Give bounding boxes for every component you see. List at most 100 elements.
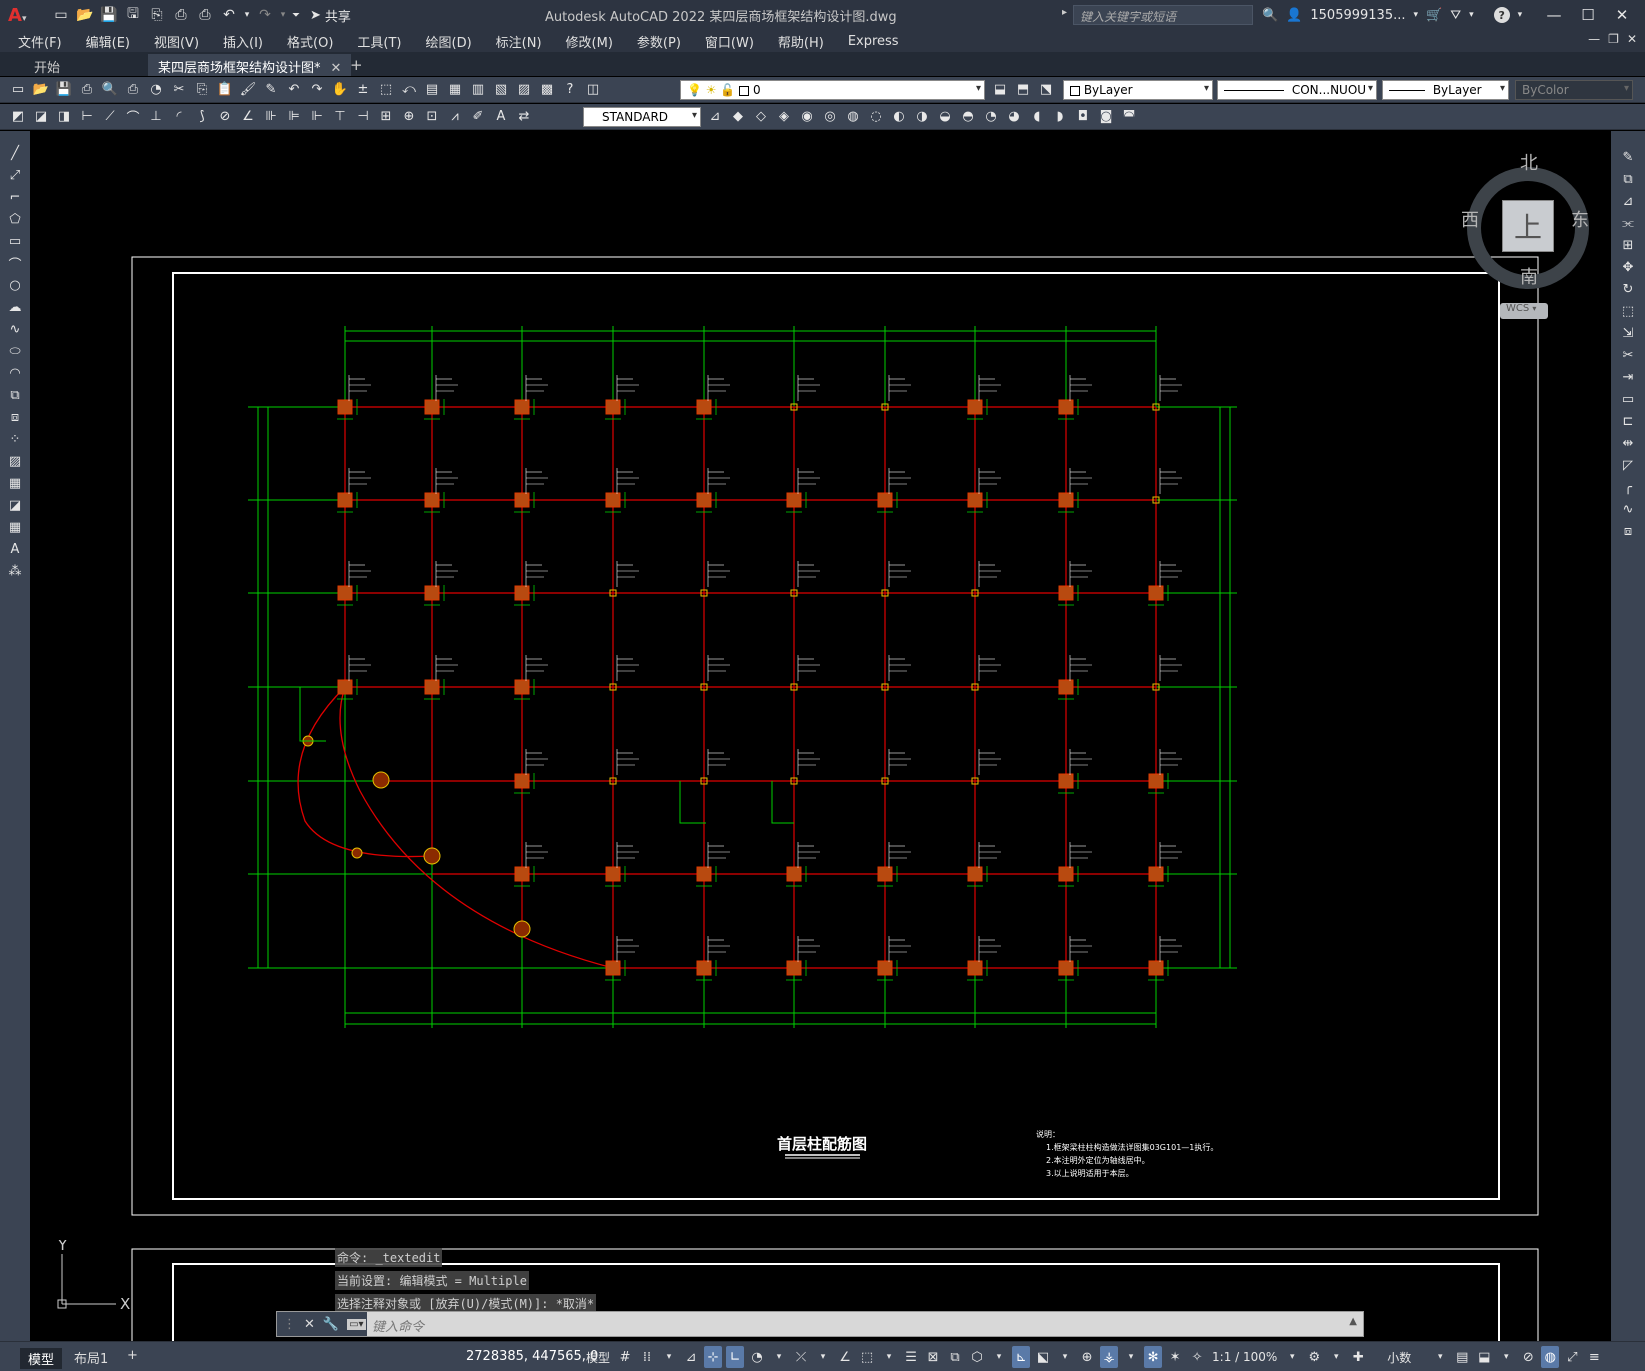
tool-palettes-icon[interactable]: ▥ [468, 79, 488, 99]
drawing-canvas[interactable]: 首层柱配筋图 说明： 1.框架梁柱柱构造做法详图集03G101—1执行。 2.本… [30, 131, 1611, 1341]
coordinates-readout[interactable]: 2728385, 447565, 0 [466, 1349, 598, 1364]
menu-view[interactable]: 视图(V) [154, 32, 199, 51]
rotate-icon[interactable]: ↻ [1617, 279, 1639, 299]
check-icon[interactable]: ◘ [1073, 106, 1093, 126]
viewcube-top-face[interactable]: 上 [1502, 200, 1554, 252]
sheet-set-icon[interactable]: ▧ [491, 79, 511, 99]
array-icon[interactable]: ⊞ [1617, 235, 1639, 255]
aligned-dimension-icon[interactable]: ⟋ [100, 106, 120, 126]
grid-icon[interactable]: # [616, 1346, 634, 1368]
new-file-icon[interactable]: ▭ [50, 4, 72, 26]
help-icon[interactable]: ? [1493, 7, 1510, 23]
snap-dropdown-icon[interactable]: ▾ [660, 1346, 678, 1368]
add-layout-icon[interactable]: + [127, 1348, 138, 1363]
minimize-icon[interactable]: — [1537, 2, 1571, 28]
import-icon[interactable]: ⎘ [146, 4, 168, 26]
polar-tracking-icon[interactable]: ◔ [748, 1346, 766, 1368]
lock-ui-icon[interactable]: ⬓ [1475, 1346, 1493, 1368]
properties-icon[interactable]: ▤ [422, 79, 442, 99]
user-dropdown-icon[interactable]: ▾ [1413, 10, 1418, 20]
undo-icon[interactable]: ↶ [218, 4, 240, 26]
isolate-objects-icon[interactable]: ⊘ [1519, 1346, 1537, 1368]
separate-icon[interactable]: ◖ [1027, 106, 1047, 126]
region-icon[interactable]: ◪ [4, 495, 26, 515]
stretch-icon[interactable]: ⇲ [1617, 323, 1639, 343]
arc-length-icon[interactable]: ⌒ [123, 106, 143, 126]
workspace-icon[interactable]: ⚙ [1305, 1346, 1323, 1368]
customize-icon[interactable]: 🔧 [323, 1317, 339, 1332]
help-dropdown-icon[interactable]: ▾ [1518, 10, 1523, 20]
search-icon[interactable]: 🔍 [1262, 8, 1278, 23]
annotation-visibility-icon[interactable]: ⚶ [1100, 1346, 1119, 1368]
save-icon[interactable]: 💾 [54, 79, 74, 99]
make-current-layer-icon[interactable]: ⬓ [990, 79, 1010, 99]
units-dropdown-icon[interactable]: ▾ [1431, 1346, 1449, 1368]
cut-icon[interactable]: ✂ [169, 79, 189, 99]
menu-insert[interactable]: 插入(I) [223, 32, 263, 51]
plot-icon[interactable]: ⎙ [194, 4, 216, 26]
markup-icon[interactable]: ▨ [514, 79, 534, 99]
table-icon[interactable]: ▦ [4, 517, 26, 537]
command-history-toggle-icon[interactable]: ▲ [1349, 1316, 1357, 1327]
add-selected-icon[interactable]: ⁂ [4, 561, 26, 581]
blend-curves-icon[interactable]: ∿ [1617, 499, 1639, 519]
gizmo-icon[interactable]: ⊕ [1078, 1346, 1096, 1368]
hatch-icon[interactable]: ▨ [4, 451, 26, 471]
object-snap-dropdown-icon[interactable]: ▾ [880, 1346, 898, 1368]
selection-cycling-icon[interactable]: ⧉ [946, 1346, 964, 1368]
break-icon[interactable]: ⊏ [1617, 411, 1639, 431]
drawing-title[interactable]: 首层柱配筋图 [777, 1135, 867, 1153]
snap-icon[interactable]: ⁞⁞ [638, 1346, 656, 1368]
publish-3d-icon[interactable]: ◔ [146, 79, 166, 99]
search-input[interactable]: 键入关键字或短语 [1073, 5, 1253, 25]
undo-dropdown-icon[interactable]: ▾ [242, 4, 252, 26]
shell-icon[interactable]: ◕ [1004, 106, 1024, 126]
model-space-toggle[interactable]: 模型 [584, 1346, 612, 1368]
rectangle-icon[interactable]: ▭ [4, 231, 26, 251]
block-editor-icon[interactable]: ✎ [261, 79, 281, 99]
dimension-reassociate-icon[interactable]: ⇄ [514, 106, 534, 126]
menu-dimension[interactable]: 标注(N) [496, 32, 542, 51]
ortho-icon[interactable]: ∟ [726, 1346, 745, 1368]
annotation-visibility-dropdown-icon[interactable]: ▾ [1122, 1346, 1140, 1368]
ordinate-icon[interactable]: ⊥ [146, 106, 166, 126]
quickcalc-icon[interactable]: ▩ [537, 79, 557, 99]
radius-icon[interactable]: ◜ [169, 106, 189, 126]
line-icon[interactable]: ╱ [4, 143, 26, 163]
make-block-icon[interactable]: ⧈ [4, 407, 26, 427]
viewcube[interactable]: 上 北 南 东 西 WCS ▾ [1461, 145, 1595, 325]
menu-tools[interactable]: 工具(T) [357, 32, 401, 51]
note-line-2[interactable]: 2.本注明外定位为轴线居中。 [1046, 1155, 1150, 1165]
tolerance-icon[interactable]: ⊞ [376, 106, 396, 126]
section-plane-icon[interactable]: ◑ [912, 106, 932, 126]
doc-restore-icon[interactable]: ❐ [1608, 32, 1619, 46]
dimension-style-icon[interactable]: ◩ [8, 106, 28, 126]
note-line-1[interactable]: 1.框架梁柱柱构造做法详图集03G101—1执行。 [1046, 1142, 1218, 1152]
color-dropdown[interactable]: ByLayer ▾ [1063, 80, 1213, 100]
save-as-icon[interactable]: 🖫 [122, 4, 144, 26]
erase-icon[interactable]: ✎ [1617, 147, 1639, 167]
command-prompt-icon[interactable]: ▭▾ [347, 1318, 366, 1330]
app-menu-button[interactable]: A▾ [8, 5, 36, 26]
polar-dropdown-icon[interactable]: ▾ [770, 1346, 788, 1368]
extend-icon[interactable]: ⇥ [1617, 367, 1639, 387]
ellipse-arc-icon[interactable]: ◠ [4, 363, 26, 383]
customization-icon[interactable]: ≡ [1585, 1346, 1603, 1368]
share-button[interactable]: ➤ 共享 [304, 4, 357, 26]
copy-object-icon[interactable]: ⧉ [1617, 169, 1639, 189]
annotation-monitor-icon[interactable]: ✚ [1349, 1346, 1367, 1368]
spline-icon[interactable]: ∿ [4, 319, 26, 339]
polygon-icon[interactable]: ⬠ [4, 209, 26, 229]
revision-cloud-icon[interactable]: ☁ [4, 297, 26, 317]
hardware-acceleration-icon[interactable]: ◍ [1541, 1346, 1560, 1368]
pan-icon[interactable]: ✋ [330, 79, 350, 99]
extrude-icon[interactable]: ◆ [728, 106, 748, 126]
transparency-icon[interactable]: ⊠ [924, 1346, 942, 1368]
scale-icon[interactable]: ⬚ [1617, 301, 1639, 321]
insert-block-icon[interactable]: ⧉ [4, 385, 26, 405]
object-snap-icon[interactable]: ⬚ [858, 1346, 876, 1368]
intersect-icon[interactable]: ◍ [843, 106, 863, 126]
arc-icon[interactable]: ⌒ [4, 253, 26, 273]
isodraft-dropdown-icon[interactable]: ▾ [814, 1346, 832, 1368]
export-icon[interactable]: ⎙ [170, 4, 192, 26]
